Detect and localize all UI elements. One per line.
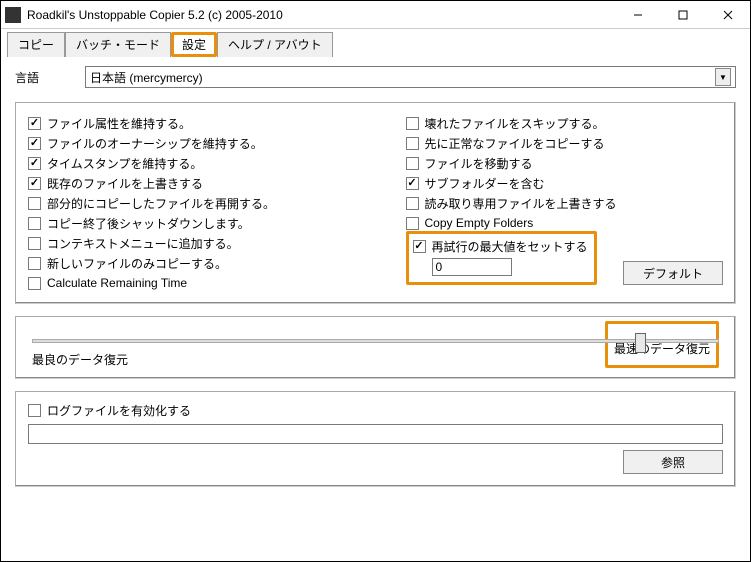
- right-check-4-label: 読み取り専用ファイルを上書きする: [425, 195, 617, 212]
- minimize-button[interactable]: [615, 1, 660, 28]
- left-check-3-label: 既存のファイルを上書きする: [47, 175, 203, 192]
- right-check-1-checkbox[interactable]: [406, 137, 419, 150]
- log-panel: ログファイルを有効化する 参照: [15, 391, 736, 487]
- settings-panel: ファイル属性を維持する。ファイルのオーナーシップを維持する。タイムスタンプを維持…: [15, 102, 736, 304]
- right-check-3-label: サブフォルダーを含む: [425, 175, 545, 192]
- right-check-2-checkbox[interactable]: [406, 157, 419, 170]
- left-check-1-label: ファイルのオーナーシップを維持する。: [47, 135, 263, 152]
- left-check-0-checkbox[interactable]: [28, 117, 41, 130]
- tab-settings[interactable]: 設定: [171, 32, 217, 57]
- tab-help[interactable]: ヘルプ / アバウト: [217, 32, 333, 57]
- left-check-7-checkbox[interactable]: [28, 257, 41, 270]
- language-label: 言語: [15, 69, 85, 86]
- right-check-5-label: Copy Empty Folders: [425, 216, 534, 230]
- left-check-5-checkbox[interactable]: [28, 217, 41, 230]
- left-check-8-checkbox[interactable]: [28, 277, 41, 290]
- right-check-5-checkbox[interactable]: [406, 217, 419, 230]
- left-check-4-checkbox[interactable]: [28, 197, 41, 210]
- tab-bar: コピー バッチ・モード 設定 ヘルプ / アバウト: [1, 29, 750, 56]
- window-title: Roadkil's Unstoppable Copier 5.2 (c) 200…: [27, 8, 615, 22]
- app-icon: [5, 7, 21, 23]
- left-check-6-checkbox[interactable]: [28, 237, 41, 250]
- dropdown-arrow-icon: ▼: [715, 68, 731, 86]
- recovery-panel: 最良のデータ復元 最速のデータ復元: [15, 316, 736, 379]
- right-check-4-checkbox[interactable]: [406, 197, 419, 210]
- log-enable-label: ログファイルを有効化する: [47, 402, 191, 419]
- left-check-7-label: 新しいファイルのみコピーする。: [47, 255, 227, 272]
- language-select[interactable]: 日本語 (mercymercy) ▼: [85, 66, 736, 88]
- close-button[interactable]: [705, 1, 750, 28]
- right-check-2-label: ファイルを移動する: [425, 155, 533, 172]
- left-check-1-checkbox[interactable]: [28, 137, 41, 150]
- left-check-4-label: 部分的にコピーしたファイルを再開する。: [47, 195, 275, 212]
- left-check-3-checkbox[interactable]: [28, 177, 41, 190]
- recovery-fast-label: 最速のデータ復元: [614, 342, 710, 356]
- left-check-6-label: コンテキストメニューに追加する。: [47, 235, 239, 252]
- log-enable-checkbox[interactable]: [28, 404, 41, 417]
- right-check-1-label: 先に正常なファイルをコピーする: [425, 135, 605, 152]
- right-check-3-checkbox[interactable]: [406, 177, 419, 190]
- recovery-fast-highlight: 最速のデータ復元: [605, 321, 719, 368]
- left-check-2-label: タイムスタンプを維持する。: [47, 155, 202, 172]
- log-path-input[interactable]: [28, 424, 723, 444]
- slider-thumb[interactable]: [635, 333, 646, 353]
- max-retry-input[interactable]: 0: [432, 258, 512, 276]
- language-selected: 日本語 (mercymercy): [90, 69, 203, 86]
- left-check-8-label: Calculate Remaining Time: [47, 276, 187, 290]
- app-window: Roadkil's Unstoppable Copier 5.2 (c) 200…: [0, 0, 751, 562]
- maximize-button[interactable]: [660, 1, 705, 28]
- right-check-0-label: 壊れたファイルをスキップする。: [425, 115, 605, 132]
- max-retry-highlight: 再試行の最大値をセットする 0: [406, 231, 597, 285]
- max-retry-label: 再試行の最大値をセットする: [432, 238, 588, 255]
- max-retry-checkbox[interactable]: [413, 240, 426, 253]
- recovery-slider[interactable]: [32, 339, 719, 343]
- left-check-2-checkbox[interactable]: [28, 157, 41, 170]
- left-check-5-label: コピー終了後シャットダウンします。: [47, 215, 250, 232]
- left-check-0-label: ファイル属性を維持する。: [47, 115, 191, 132]
- default-button[interactable]: デフォルト: [623, 261, 723, 285]
- right-check-0-checkbox[interactable]: [406, 117, 419, 130]
- tab-batch[interactable]: バッチ・モード: [65, 32, 171, 57]
- tab-copy[interactable]: コピー: [7, 32, 65, 57]
- browse-button[interactable]: 参照: [623, 450, 723, 474]
- recovery-best-label: 最良のデータ復元: [32, 351, 128, 368]
- content-area: 言語 日本語 (mercymercy) ▼ ファイル属性を維持する。ファイルのオ…: [1, 56, 750, 561]
- right-checks: 壊れたファイルをスキップする。先に正常なファイルをコピーするファイルを移動するサ…: [406, 113, 724, 293]
- left-checks: ファイル属性を維持する。ファイルのオーナーシップを維持する。タイムスタンプを維持…: [28, 113, 346, 293]
- titlebar: Roadkil's Unstoppable Copier 5.2 (c) 200…: [1, 1, 750, 29]
